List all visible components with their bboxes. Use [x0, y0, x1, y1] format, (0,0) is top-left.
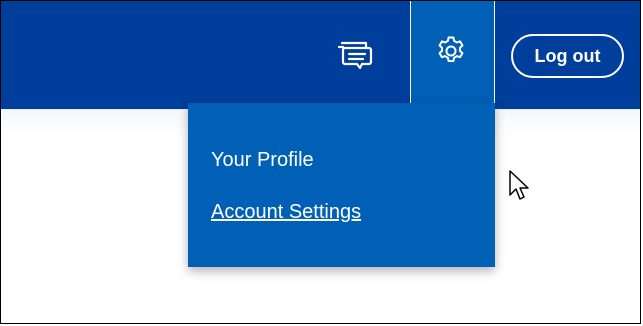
settings-button[interactable]	[431, 31, 471, 71]
menu-item-account-settings[interactable]: Account Settings	[211, 201, 361, 224]
menu-item-your-profile[interactable]: Your Profile	[211, 149, 314, 172]
logout-button[interactable]: Log out	[511, 34, 624, 78]
chat-bubble-icon	[337, 41, 373, 70]
top-navigation-bar: Log out	[1, 1, 640, 109]
app-window: Log out Your Profile Account Settings	[0, 0, 641, 324]
settings-dropdown-menu: Your Profile Account Settings	[188, 103, 495, 267]
mouse-cursor-icon	[509, 170, 529, 200]
gear-icon	[438, 36, 464, 63]
messages-button[interactable]	[331, 33, 379, 77]
logout-label: Log out	[534, 45, 601, 66]
